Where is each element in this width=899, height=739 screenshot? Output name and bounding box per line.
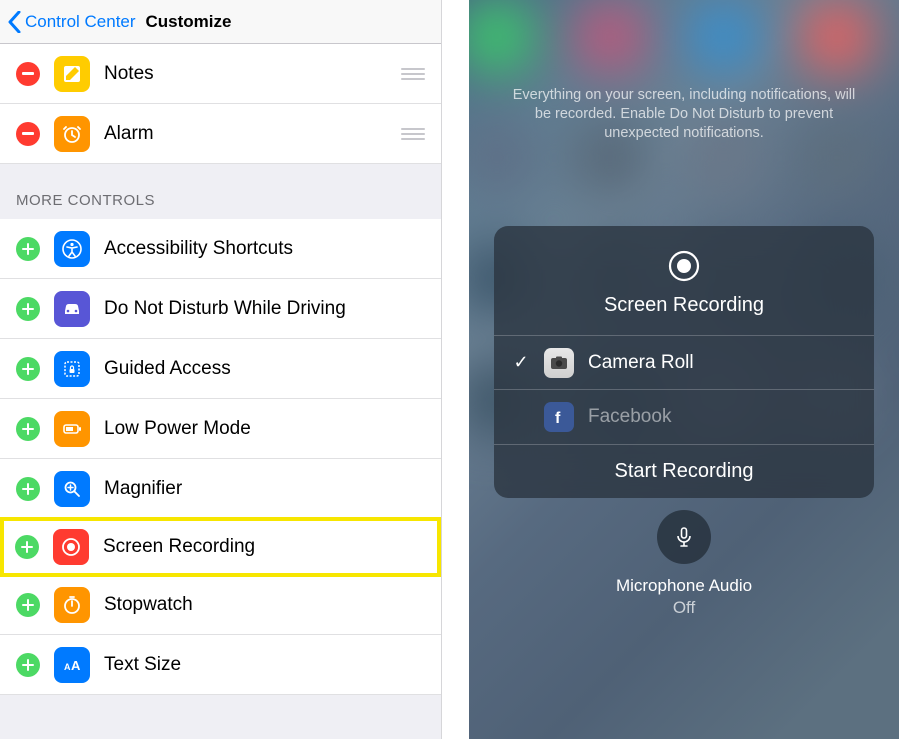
magnifier-icon	[54, 471, 90, 507]
sheet-header: Screen Recording	[494, 226, 874, 335]
destination-camera-roll[interactable]: ✓ Camera Roll	[494, 336, 874, 390]
microphone-label: Microphone Audio	[616, 576, 752, 596]
more-row-stopwatch[interactable]: Stopwatch	[0, 575, 441, 635]
microphone-state: Off	[673, 598, 695, 618]
included-list: Notes Alarm	[0, 44, 441, 164]
add-button[interactable]	[16, 417, 40, 441]
more-row-dnd-driving[interactable]: Do Not Disturb While Driving	[0, 279, 441, 339]
section-header-more: MORE CONTROLS	[0, 164, 441, 219]
svg-text:A: A	[64, 662, 71, 672]
destination-label: Camera Roll	[588, 352, 694, 374]
record-icon	[53, 529, 89, 565]
add-button[interactable]	[16, 357, 40, 381]
row-label: Screen Recording	[103, 536, 421, 558]
plus-icon	[22, 659, 34, 671]
facebook-icon: f	[544, 402, 574, 432]
svg-text:A: A	[71, 658, 81, 673]
plus-icon	[22, 483, 34, 495]
chevron-left-icon	[8, 11, 21, 33]
recording-warning: Everything on your screen, including not…	[509, 86, 859, 143]
drag-handle-icon[interactable]	[401, 68, 425, 80]
row-label: Guided Access	[104, 358, 425, 380]
row-label: Text Size	[104, 654, 425, 676]
checkmark-icon: ✓	[512, 352, 530, 373]
plus-icon	[22, 599, 34, 611]
more-row-low-power[interactable]: Low Power Mode	[0, 399, 441, 459]
plus-icon	[22, 363, 34, 375]
drag-handle-icon[interactable]	[401, 128, 425, 140]
stopwatch-icon	[54, 587, 90, 623]
sheet-title: Screen Recording	[604, 294, 764, 317]
more-row-screen-recording[interactable]: Screen Recording	[0, 517, 441, 577]
text-size-icon: AA	[54, 647, 90, 683]
microphone-icon	[672, 525, 696, 549]
alarm-icon	[54, 116, 90, 152]
remove-button[interactable]	[16, 62, 40, 86]
destination-facebook[interactable]: f Facebook	[494, 390, 874, 444]
add-button[interactable]	[16, 653, 40, 677]
screen-recording-sheet: Screen Recording ✓ Camera Roll f Faceboo…	[494, 226, 874, 498]
plus-icon	[22, 243, 34, 255]
minus-icon	[22, 72, 34, 74]
included-row-alarm[interactable]: Alarm	[0, 104, 441, 164]
more-row-magnifier[interactable]: Magnifier	[0, 459, 441, 519]
row-label: Accessibility Shortcuts	[104, 238, 425, 260]
microphone-button[interactable]	[657, 510, 711, 564]
add-button[interactable]	[16, 593, 40, 617]
add-button[interactable]	[16, 477, 40, 501]
row-label: Do Not Disturb While Driving	[104, 298, 425, 320]
notes-icon	[54, 56, 90, 92]
add-button[interactable]	[16, 237, 40, 261]
more-row-guided-access[interactable]: Guided Access	[0, 339, 441, 399]
plus-icon	[22, 423, 34, 435]
more-controls-list: Accessibility Shortcuts Do Not Disturb W…	[0, 219, 441, 695]
control-center-screen: Everything on your screen, including not…	[469, 0, 899, 739]
lock-icon	[54, 351, 90, 387]
included-row-notes[interactable]: Notes	[0, 44, 441, 104]
back-button[interactable]: Control Center	[0, 11, 136, 33]
plus-icon	[22, 303, 34, 315]
row-label: Alarm	[104, 123, 401, 145]
more-row-text-size[interactable]: AA Text Size	[0, 635, 441, 695]
add-button[interactable]	[15, 535, 39, 559]
car-icon	[54, 291, 90, 327]
accessibility-icon	[54, 231, 90, 267]
battery-icon	[54, 411, 90, 447]
microphone-block: Microphone Audio Off	[469, 510, 899, 618]
row-label: Magnifier	[104, 478, 425, 500]
start-recording-button[interactable]: Start Recording	[494, 444, 874, 498]
row-label: Notes	[104, 63, 401, 85]
destination-label: Facebook	[588, 406, 671, 428]
camera-roll-icon	[544, 348, 574, 378]
row-label: Stopwatch	[104, 594, 425, 616]
add-button[interactable]	[16, 297, 40, 321]
more-row-accessibility[interactable]: Accessibility Shortcuts	[0, 219, 441, 279]
back-label: Control Center	[25, 12, 136, 32]
row-label: Low Power Mode	[104, 418, 425, 440]
record-icon	[666, 248, 702, 284]
destination-list: ✓ Camera Roll f Facebook	[494, 335, 874, 444]
plus-icon	[21, 541, 33, 553]
minus-icon	[22, 132, 34, 134]
svg-text:f: f	[555, 410, 561, 427]
remove-button[interactable]	[16, 122, 40, 146]
nav-bar: Control Center Customize	[0, 0, 441, 44]
settings-screen: Control Center Customize Notes Alarm MOR…	[0, 0, 442, 739]
